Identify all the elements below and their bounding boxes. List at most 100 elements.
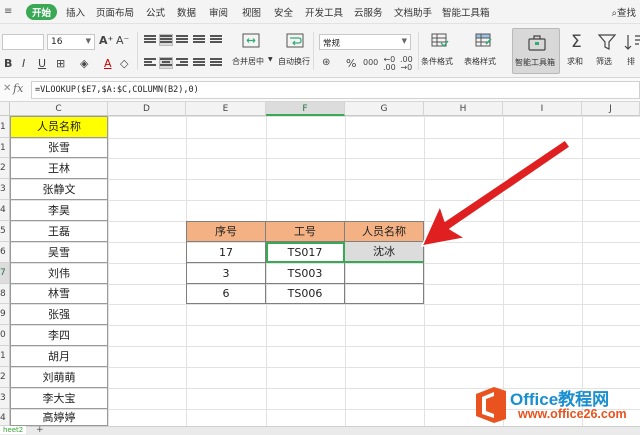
align-center-icon[interactable] xyxy=(159,57,173,69)
name-cell[interactable]: 林雪 xyxy=(10,284,108,304)
tab-view[interactable]: 视图 xyxy=(242,5,261,19)
tab-start[interactable]: 开始 xyxy=(26,4,58,20)
decimal-increase-icon[interactable]: ←0.00 xyxy=(383,56,396,72)
table-cell-id[interactable]: TS006 xyxy=(266,284,345,304)
row-header[interactable]: 1 xyxy=(0,138,10,158)
name-cell[interactable]: 李昊 xyxy=(10,200,108,221)
tab-smart-toolbox[interactable]: 智能工具箱 xyxy=(442,5,490,19)
indent-increase-icon[interactable] xyxy=(210,35,222,45)
name-cell[interactable]: 王林 xyxy=(10,158,108,179)
table-cell-id[interactable]: TS003 xyxy=(266,263,345,284)
name-cell[interactable]: 高婷婷 xyxy=(10,409,108,426)
tab-cloud[interactable]: 云服务 xyxy=(354,5,383,19)
table-cell-name[interactable] xyxy=(345,263,424,284)
percent-icon[interactable]: % xyxy=(346,57,356,70)
row-header[interactable]: 0 xyxy=(0,325,10,346)
table-cell-id-active[interactable]: TS017 xyxy=(266,242,345,263)
table-cell-index[interactable]: 3 xyxy=(186,263,266,284)
number-format-select[interactable]: 常规 ▼ xyxy=(319,34,411,50)
cancel-icon[interactable]: ✕ xyxy=(3,83,11,94)
table-cell-name[interactable] xyxy=(345,284,424,304)
bold-icon[interactable]: B xyxy=(4,57,12,70)
align-left-icon[interactable] xyxy=(144,58,156,68)
filter-icon[interactable] xyxy=(598,33,616,51)
tab-developer[interactable]: 开发工具 xyxy=(305,5,343,19)
tab-page-layout[interactable]: 页面布局 xyxy=(96,5,134,19)
table-cell-index[interactable]: 17 xyxy=(186,242,266,263)
name-cell[interactable]: 刘伟 xyxy=(10,263,108,284)
align-middle-icon[interactable] xyxy=(159,34,173,46)
row-header[interactable]: 2 xyxy=(0,367,10,388)
font-size-select[interactable]: 16 ▼ xyxy=(47,34,95,50)
name-cell[interactable]: 李大宝 xyxy=(10,388,108,409)
merge-center-button[interactable]: 合并居中 xyxy=(232,56,264,67)
currency-icon[interactable]: ⊛ xyxy=(322,57,330,68)
name-cell[interactable]: 刘萌萌 xyxy=(10,367,108,388)
italic-icon[interactable]: I xyxy=(22,57,25,70)
name-cell[interactable]: 张雪 xyxy=(10,138,108,158)
table-cell-index[interactable]: 6 xyxy=(186,284,266,304)
name-cell[interactable]: 胡月 xyxy=(10,346,108,367)
column-header-c[interactable]: C xyxy=(10,102,108,116)
sheet-tab[interactable]: heet2 xyxy=(0,426,27,434)
table-style-icon[interactable] xyxy=(475,32,493,50)
column-header-g[interactable]: G xyxy=(345,102,424,116)
column-header-e[interactable]: E xyxy=(186,102,266,116)
align-right-icon[interactable] xyxy=(176,58,188,68)
formula-input[interactable]: =VLOOKUP($E7,$A:$C,COLUMN(B2),0) xyxy=(31,81,640,99)
justify-icon[interactable] xyxy=(193,58,205,68)
table-header-id[interactable]: 工号 xyxy=(266,221,345,242)
column-header-i[interactable]: I xyxy=(503,102,582,116)
merge-center-icon[interactable] xyxy=(242,32,260,50)
indent-decrease-icon[interactable] xyxy=(193,35,205,45)
row-header[interactable]: 4 xyxy=(0,409,10,426)
table-cell-name-result[interactable]: 沈冰 xyxy=(345,242,424,263)
wrap-text-button[interactable]: 自动换行 xyxy=(278,56,310,67)
find-button[interactable]: ⌕查找 xyxy=(612,5,636,19)
row-header-selected[interactable]: 7 xyxy=(0,263,10,284)
thousands-icon[interactable]: 000 xyxy=(363,58,378,67)
tab-doc-assistant[interactable]: 文档助手 xyxy=(394,5,432,19)
row-header[interactable]: 8 xyxy=(0,284,10,304)
underline-icon[interactable]: U xyxy=(38,57,46,70)
row-header[interactable]: 6 xyxy=(0,242,10,263)
row-header[interactable]: 9 xyxy=(0,304,10,325)
distributed-icon[interactable] xyxy=(210,58,222,68)
filter-button[interactable]: 筛选 xyxy=(596,56,612,67)
menu-toggle-icon[interactable]: ≡ xyxy=(4,6,12,17)
decimal-decrease-icon[interactable]: .00 →0 xyxy=(400,56,413,72)
table-header-name[interactable]: 人员名称 xyxy=(345,221,424,242)
clear-format-icon[interactable]: ◇ xyxy=(120,57,128,70)
tab-formula[interactable]: 公式 xyxy=(146,5,165,19)
tab-insert[interactable]: 插入 xyxy=(66,5,85,19)
column-header-d[interactable]: D xyxy=(108,102,186,116)
function-icon[interactable]: fx xyxy=(13,82,23,95)
sort-icon[interactable] xyxy=(624,33,640,51)
column-header-h[interactable]: H xyxy=(424,102,503,116)
tab-data[interactable]: 数据 xyxy=(177,5,196,19)
font-color-icon[interactable]: A xyxy=(104,57,112,70)
font-grow-icon[interactable]: A⁺ xyxy=(99,34,113,47)
row-header[interactable]: 4 xyxy=(0,200,10,221)
table-header-index[interactable]: 序号 xyxy=(186,221,266,242)
name-cell[interactable]: 张静文 xyxy=(10,179,108,200)
sort-button[interactable]: 排 xyxy=(627,56,635,67)
name-cell[interactable]: 李四 xyxy=(10,325,108,346)
corner-cell[interactable] xyxy=(0,102,10,116)
conditional-format-button[interactable]: 条件格式 xyxy=(421,56,453,67)
names-header-cell[interactable]: 人员名称 xyxy=(10,116,108,138)
row-header[interactable]: 3 xyxy=(0,179,10,200)
column-header-j[interactable]: J xyxy=(582,102,640,116)
name-cell[interactable]: 张强 xyxy=(10,304,108,325)
name-cell[interactable]: 吴雪 xyxy=(10,242,108,263)
row-header[interactable]: 2 xyxy=(0,158,10,179)
tab-review[interactable]: 审阅 xyxy=(209,5,228,19)
sum-icon[interactable]: Σ xyxy=(571,32,582,52)
name-cell[interactable]: 王磊 xyxy=(10,221,108,242)
add-sheet-icon[interactable]: + xyxy=(36,425,44,435)
fill-color-icon[interactable]: ◈ xyxy=(80,57,88,70)
sum-button[interactable]: 求和 xyxy=(567,56,583,67)
align-bottom-icon[interactable] xyxy=(176,35,188,45)
smart-toolbox-button[interactable]: 智能工具箱 xyxy=(512,28,560,74)
tab-security[interactable]: 安全 xyxy=(274,5,293,19)
